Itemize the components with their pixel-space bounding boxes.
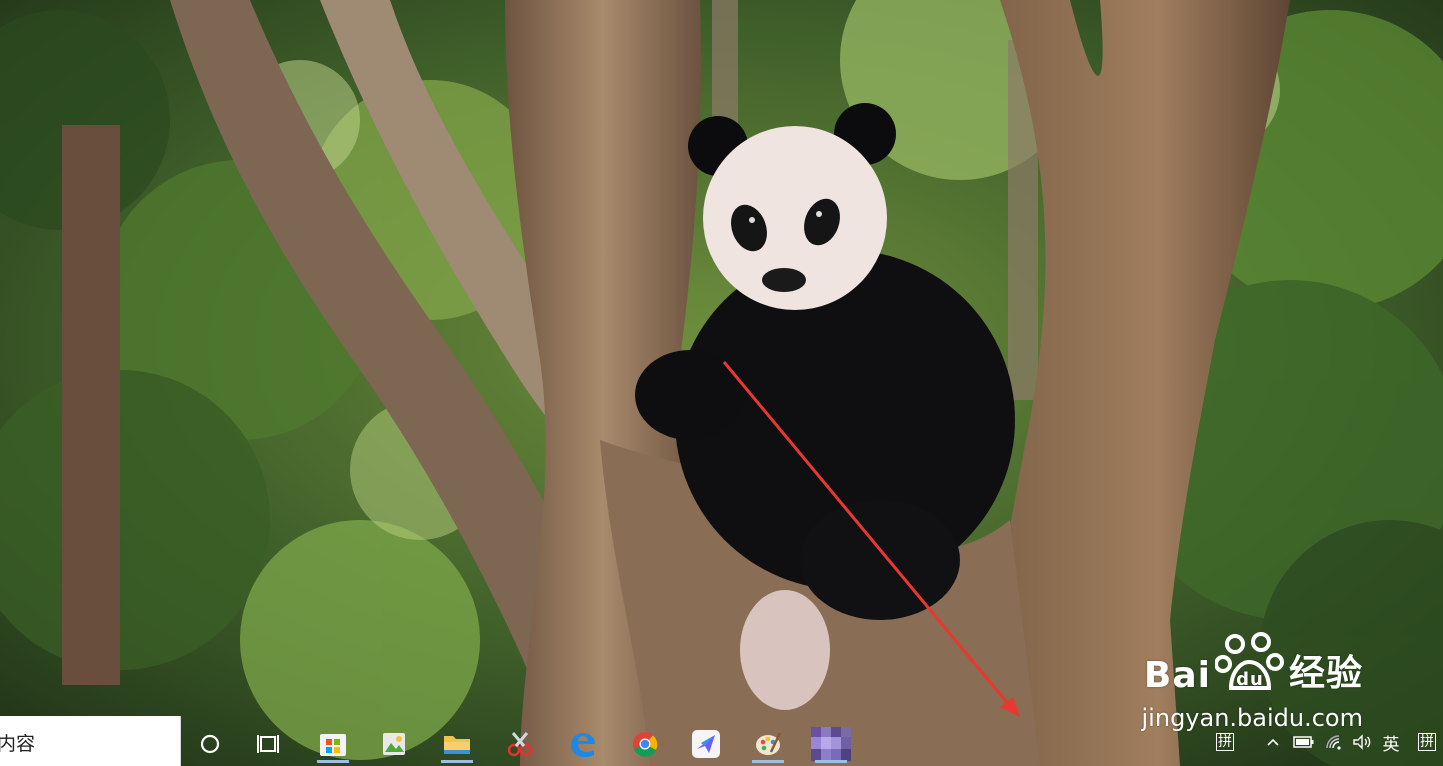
taskbar-app-file-explorer[interactable] <box>436 725 478 763</box>
taskbar-app-feishu[interactable] <box>685 725 727 763</box>
tray-language-button[interactable]: 英 <box>1378 728 1404 756</box>
taskbar-app-snipping-tool[interactable] <box>499 725 541 763</box>
taskbar-app-microsoft-store[interactable] <box>312 725 354 763</box>
watermark-brand: Bai du 经验 <box>1144 630 1363 696</box>
task-view-button[interactable] <box>247 725 289 763</box>
ime-pinyin-right-label: 拼 <box>1418 733 1436 751</box>
active-indicator <box>317 760 349 763</box>
watermark-brand-cjk: 经验 <box>1288 653 1363 694</box>
watermark-url: jingyan.baidu.com <box>1141 704 1363 732</box>
active-indicator <box>752 760 784 763</box>
battery-icon <box>1293 736 1314 748</box>
taskbar-search-box[interactable]: 内容 <box>0 716 181 766</box>
microsoft-store-icon <box>320 734 346 756</box>
chevron-up-icon <box>1267 738 1279 746</box>
edge-browser-icon <box>571 733 595 757</box>
cortana-button[interactable] <box>189 725 231 763</box>
baidu-paw-icon: du <box>1214 632 1284 690</box>
feishu-lark-icon <box>692 730 720 758</box>
paint-palette-icon <box>756 732 782 755</box>
chrome-icon <box>633 732 658 757</box>
active-indicator <box>815 760 847 763</box>
taskbar-app-paint[interactable] <box>747 725 789 763</box>
active-indicator <box>441 760 473 763</box>
taskbar-app-chrome[interactable] <box>624 725 666 763</box>
snipping-tool-icon <box>507 732 533 757</box>
tray-battery-button[interactable] <box>1292 728 1316 756</box>
ime-pinyin-left-label: 拼 <box>1216 733 1234 751</box>
image-viewer-icon <box>383 733 405 755</box>
taskbar-app-edge[interactable] <box>562 725 604 763</box>
tray-ime-left[interactable]: 拼 <box>1214 728 1236 756</box>
watermark-brand-latin: Bai <box>1143 655 1211 696</box>
tray-ime-right[interactable]: 拼 <box>1416 728 1438 756</box>
task-view-icon <box>257 735 279 753</box>
desktop: Bai du 经验 jingyan.baidu.com 内容 拼 英 拼 <box>0 0 1443 766</box>
taskbar-app-image-viewer[interactable] <box>373 725 415 763</box>
cortana-circle-icon <box>200 734 220 754</box>
blurred-app-icon <box>811 727 851 761</box>
tray-volume-button[interactable] <box>1350 728 1374 756</box>
file-explorer-icon <box>444 736 470 754</box>
wifi-icon <box>1326 735 1341 750</box>
volume-icon <box>1353 734 1371 750</box>
tray-network-button[interactable] <box>1323 728 1347 756</box>
svg-text:du: du <box>1236 669 1264 690</box>
search-text: 内容 <box>0 732 36 755</box>
taskbar-app-blurred[interactable] <box>810 725 852 763</box>
tray-show-hidden-button[interactable] <box>1263 728 1283 756</box>
language-indicator: 英 <box>1382 734 1400 755</box>
